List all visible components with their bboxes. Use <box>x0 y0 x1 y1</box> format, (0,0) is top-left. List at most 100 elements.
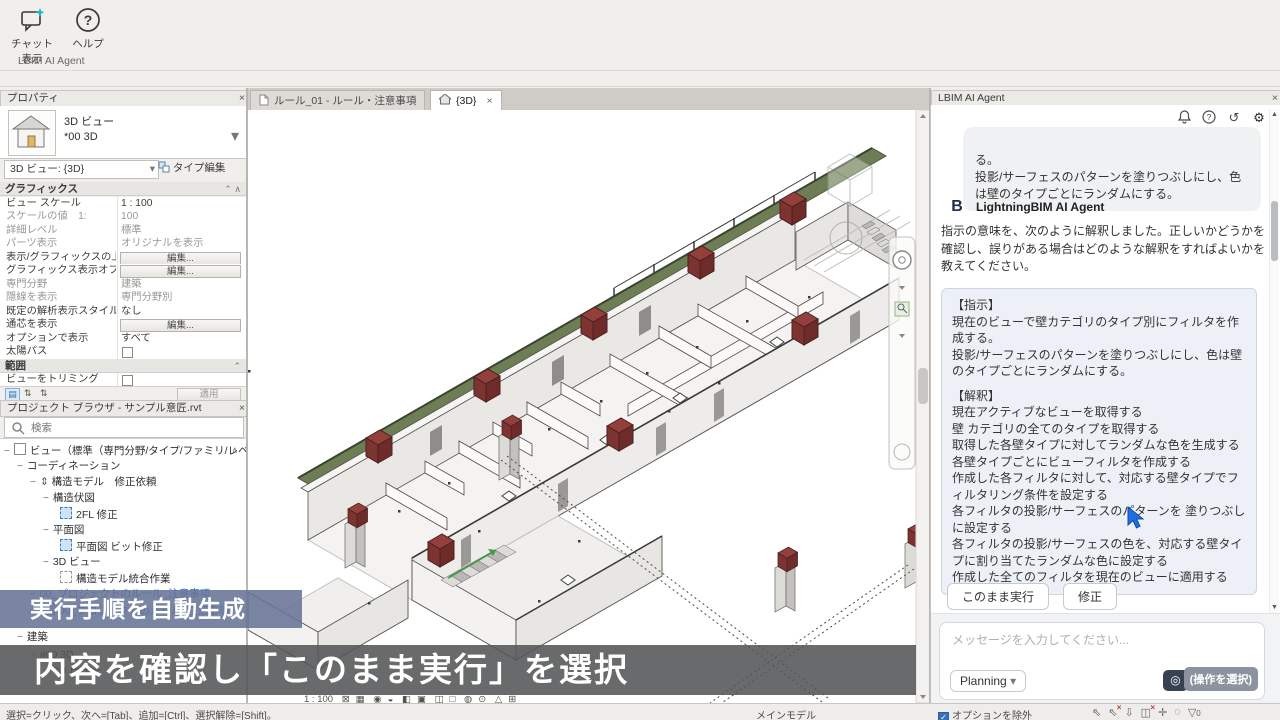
prop-row: 太陽パス <box>0 345 247 360</box>
interpretation-title: 【解釈】 <box>952 388 1246 405</box>
scroll-down-icon[interactable]: ▼ <box>1270 604 1279 611</box>
chat-bubble-icon <box>6 6 58 36</box>
steering-wheel-icon <box>893 251 911 269</box>
edit-button[interactable]: 編集... <box>120 265 241 278</box>
interpretation-line: 各壁タイプごとにビューフィルタを作成する <box>952 454 1246 471</box>
type-selector[interactable]: 3D ビュー *00 3D ▾ <box>0 106 247 159</box>
navigation-bar[interactable] <box>889 237 915 469</box>
browser-search <box>4 417 244 438</box>
bell-icon[interactable] <box>1176 110 1192 126</box>
status-hint: 選択=クリック、次へ=[Tab]、追加=[Ctrl]、選択解除=[Shift]。 <box>6 707 277 720</box>
crop-view-checkbox[interactable] <box>122 375 133 386</box>
search-input[interactable] <box>29 419 238 436</box>
tree-item[interactable]: −コーディネーション <box>0 459 253 474</box>
help-icon[interactable]: ? <box>1201 110 1217 126</box>
type-edit-icon <box>158 161 170 173</box>
family-thumbnail <box>8 110 56 156</box>
tree-item[interactable]: −建築 <box>0 630 253 645</box>
modify-button[interactable]: 修正 <box>1063 583 1117 610</box>
agent-identity: B LightningBIM AI Agent <box>947 197 1104 217</box>
select-faces-icon[interactable]: ◫× <box>1141 706 1151 719</box>
interpretation-line: 取得した各壁タイプに対してランダムな色を生成する <box>952 437 1246 454</box>
scroll-up-icon[interactable]: ∧ <box>231 443 238 458</box>
agent-intro-text: 指示の意味を、次のように解釈しました。正しいかどうかを確認し、誤りがある場合はど… <box>941 223 1265 276</box>
select-underlay-icon[interactable]: ⇖× <box>1108 706 1117 719</box>
prop-row[interactable]: ビュー スケール1 : 100 <box>0 197 247 212</box>
edit-button[interactable]: 編集... <box>120 252 241 265</box>
background-process-icon[interactable]: ◌ <box>1174 706 1181 719</box>
chat-toolbar: ? ↺ ⚙ <box>1176 110 1267 126</box>
edit-button[interactable]: 編集... <box>120 319 241 332</box>
help-button[interactable]: ? ヘルプ <box>62 6 114 51</box>
home-icon <box>439 94 451 105</box>
chat-scrollbar[interactable]: ▲ ▼ <box>1269 109 1279 613</box>
instruction-line: 現在のビューで壁カテゴリのタイプ別にフィルタを作成する。 <box>952 314 1246 347</box>
ai-panel-title: LBIM AI Agent <box>938 92 1005 104</box>
overlay-caption: 内容を確認し「このまま実行」を選択 <box>0 645 916 695</box>
tab-3d-view[interactable]: {3D}× <box>430 90 502 111</box>
view-icon <box>60 507 72 519</box>
interpretation-line: 作成した各フィルタに対して、対応する壁タイプでフィルタリング条件を設定する <box>952 470 1246 503</box>
revit-window: チャット表示 ? ヘルプ LBIM AI Agent プロパティ × <box>0 0 1280 720</box>
sun-path-checkbox[interactable] <box>122 347 133 358</box>
section-graphics[interactable]: グラフィックス⌃ ∧ <box>0 182 247 196</box>
prop-row[interactable]: オプションで表示すべて <box>0 332 247 347</box>
prop-row[interactable]: 既定の解析表示スタイルなし <box>0 305 247 320</box>
sort-asc-icon[interactable]: ⇅ <box>24 388 32 399</box>
action-buttons: このまま実行 修正 <box>947 583 1117 610</box>
3d-viewport[interactable] <box>248 110 930 703</box>
project-browser-title: プロジェクト ブラウザ - サンプル意匠.rvt <box>7 402 202 414</box>
select-pinned-icon[interactable]: ⇩ <box>1124 706 1133 719</box>
chat-footer: Planning ▾ ◎ (操作を選択) <box>931 613 1280 704</box>
svg-text:?: ? <box>1207 113 1212 122</box>
tree-item[interactable]: −平面図 <box>0 523 279 538</box>
tree-item[interactable]: −構造伏図 <box>0 491 279 506</box>
chevron-down-icon[interactable]: ▾ <box>231 126 239 146</box>
select-links-icon[interactable]: ⇖ <box>1092 706 1101 719</box>
viewport-scrollbar[interactable] <box>916 110 930 703</box>
interpretation-box: 【指示】 現在のビューで壁カテゴリのタイプ別にフィルタを作成する。 投影/サーフ… <box>941 288 1257 595</box>
prop-row: 表示/グラフィックスの上書き編集... <box>0 251 247 266</box>
properties-title: プロパティ <box>7 92 59 104</box>
sort-desc-icon[interactable]: ⇅ <box>40 388 48 399</box>
tab-close-icon[interactable]: × <box>486 95 492 107</box>
section-extents[interactable]: 範囲⌃ <box>0 359 247 373</box>
3d-model-view[interactable] <box>248 110 930 703</box>
prop-row: スケールの値 1:100 <box>0 210 247 225</box>
select-operation-button[interactable]: (操作を選択) <box>1184 667 1258 691</box>
overlay-badge: 実行手順を自動生成 <box>0 590 302 628</box>
workset-label[interactable]: メインモデル <box>756 707 816 720</box>
scrollbar-thumb[interactable] <box>1271 201 1278 261</box>
help-icon: ? <box>62 6 114 36</box>
ai-panel-close-icon[interactable]: × <box>1269 91 1280 106</box>
scroll-up-icon[interactable]: ▲ <box>1270 111 1279 118</box>
search-icon <box>11 421 25 435</box>
tree-item-views-root[interactable]: −ビュー（標準（専門分野/タイプ/ファミリ/レベル∧ <box>0 443 240 458</box>
prop-row: ビューをトリミング <box>0 373 247 388</box>
agent-name: LightningBIM AI Agent <box>976 200 1104 214</box>
view-filter-combo[interactable]: 3D ビュー: {3D}▾ <box>4 160 159 179</box>
run-as-is-button[interactable]: このまま実行 <box>947 583 1049 610</box>
ai-panel: ? ↺ ⚙ る。 投影/サーフェスのパターンを塗りつぶしにし、色は壁のタイプごと… <box>930 105 1280 703</box>
chevron-down-icon: ▾ <box>1010 674 1016 688</box>
user-message-text: る。 投影/サーフェスのパターンを塗りつぶしにし、色は壁のタイプごとにランダムに… <box>975 153 1241 201</box>
tree-item[interactable]: −⇕ 構造モデル 修正依頼 <box>0 475 266 490</box>
checkbox-chec: ✓ <box>938 712 949 720</box>
ribbon: チャット表示 ? ヘルプ LBIM AI Agent <box>0 0 1280 87</box>
tab-rules-view[interactable]: ルール_01 - ルール・注意事項 <box>250 90 425 111</box>
prop-row: 隠線を表示専門分野別 <box>0 291 247 306</box>
view-icon <box>60 571 72 583</box>
mode-selector[interactable]: Planning ▾ <box>950 670 1026 692</box>
tree-item[interactable]: −3D ビュー <box>0 555 279 570</box>
exclude-options-checkbox[interactable]: ✓オプションを除外 <box>938 707 1032 720</box>
message-input[interactable] <box>950 629 1254 665</box>
drag-elements-icon[interactable]: ✛ <box>1158 706 1167 719</box>
interpretation-line: 現在アクティブなビューを取得する <box>952 404 1246 421</box>
type-edit-button[interactable]: タイプ編集 <box>158 160 244 177</box>
document-icon <box>259 94 269 106</box>
filter-icon[interactable]: ▽0 <box>1188 706 1201 719</box>
instruction-title: 【指示】 <box>952 297 1246 314</box>
history-icon[interactable]: ↺ <box>1226 110 1242 126</box>
settings-gear-icon[interactable]: ⚙ <box>1251 110 1267 126</box>
view-tab-bar: ルール_01 - ルール・注意事項 {3D}× <box>248 88 930 111</box>
